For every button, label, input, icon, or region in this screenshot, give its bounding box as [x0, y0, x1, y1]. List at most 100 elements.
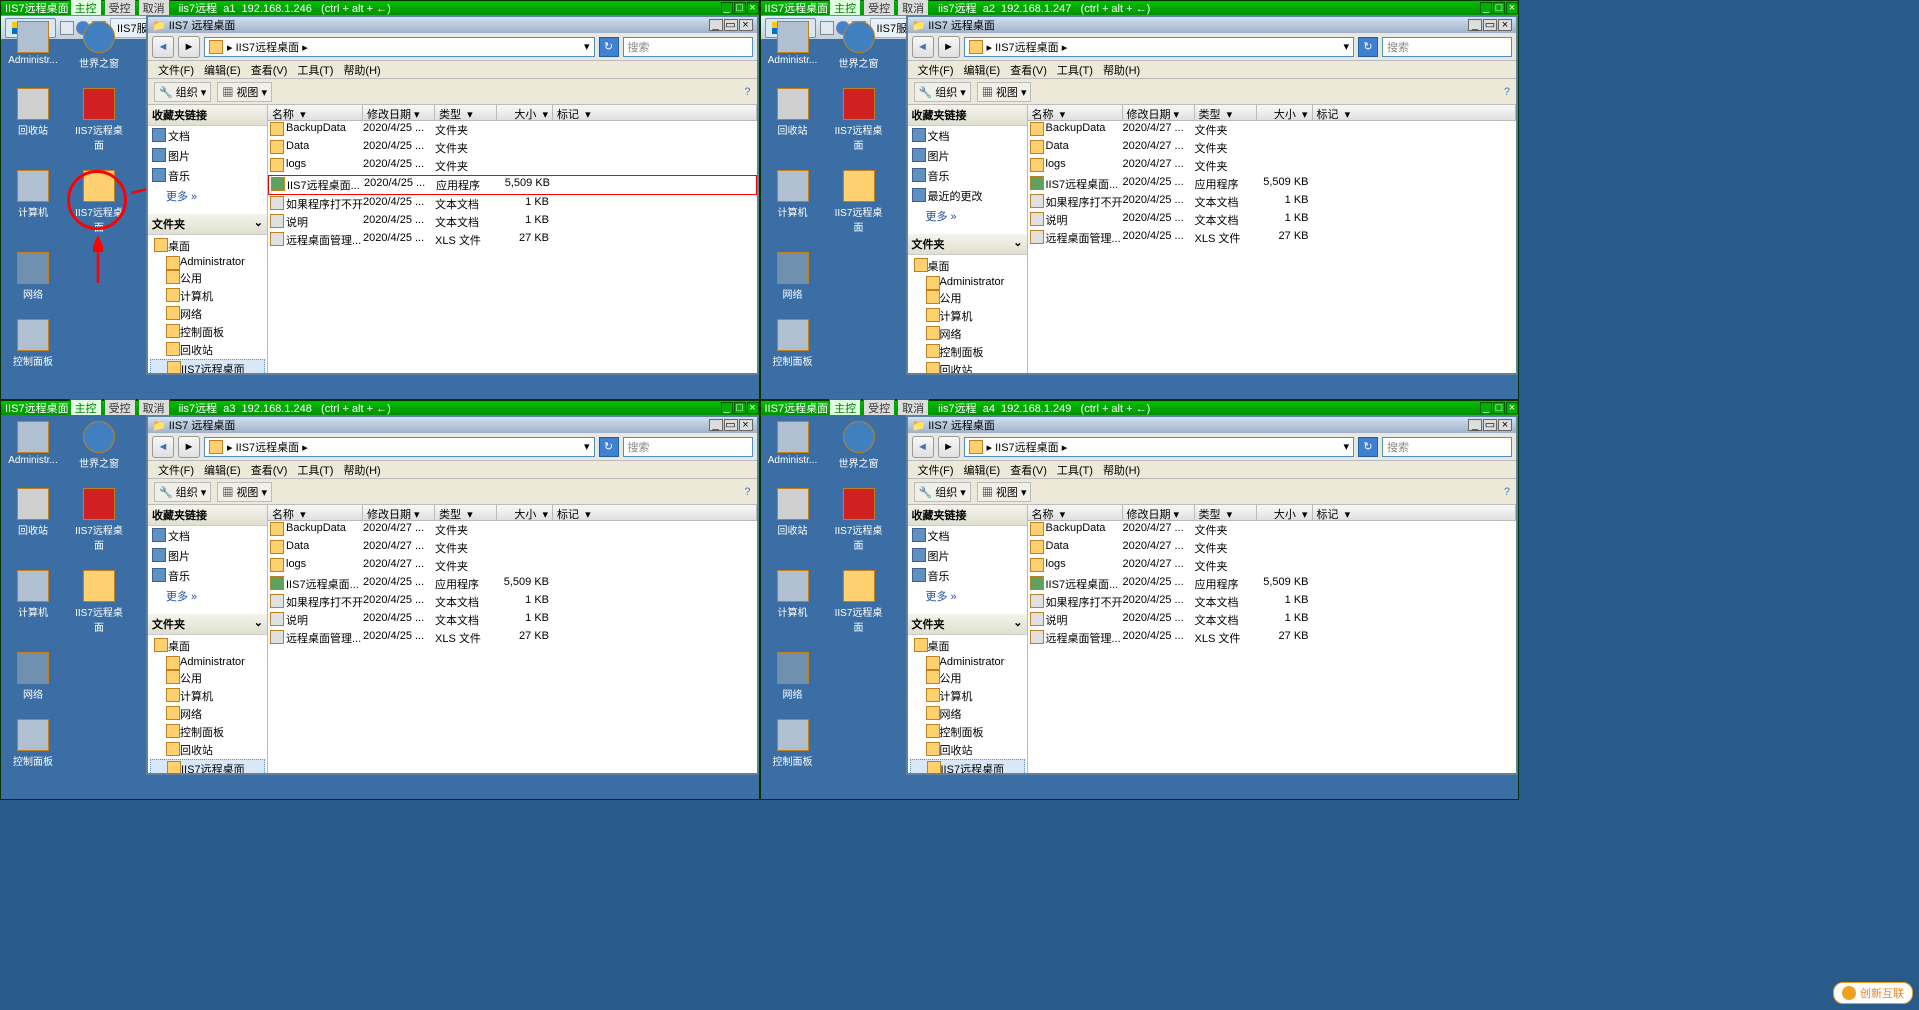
- close-icon[interactable]: ×: [1506, 402, 1518, 414]
- min-icon[interactable]: _: [1468, 19, 1482, 31]
- desktop-icon[interactable]: 网络: [7, 652, 59, 701]
- file-row[interactable]: IIS7远程桌面...2020/4/25 ...应用程序5,509 KB: [268, 575, 757, 593]
- tree-node[interactable]: Administrator: [910, 655, 1025, 669]
- forward-button[interactable]: ►: [178, 436, 200, 458]
- file-row[interactable]: 说明2020/4/25 ...文本文档1 KB: [1028, 611, 1517, 629]
- tree-node[interactable]: IIS7远程桌面: [150, 359, 265, 373]
- max-icon[interactable]: □: [734, 2, 746, 14]
- tree-node[interactable]: 网络: [910, 705, 1025, 723]
- back-button[interactable]: ◄: [912, 36, 934, 58]
- desktop-icon[interactable]: Administr...: [767, 21, 819, 70]
- address-bar[interactable]: ▸ IIS7远程桌面 ▸▾: [204, 437, 595, 457]
- fav-link[interactable]: 文档: [148, 526, 267, 546]
- refresh-button[interactable]: ↻: [1358, 37, 1378, 57]
- file-row[interactable]: BackupData2020/4/27 ...文件夹: [268, 521, 757, 539]
- desktop-icon[interactable]: IIS7远程桌面: [73, 570, 125, 634]
- menu-file[interactable]: 文件(F): [914, 62, 958, 78]
- search-input[interactable]: 搜索: [623, 37, 753, 57]
- file-row[interactable]: IIS7远程桌面...2020/4/25 ...应用程序5,509 KB: [1028, 575, 1517, 593]
- fav-more[interactable]: 更多 »: [148, 186, 267, 206]
- views-button[interactable]: ▦ 视图 ▾: [977, 82, 1032, 102]
- desktop-icon[interactable]: 世界之窗: [833, 21, 885, 70]
- desktop-icon[interactable]: 计算机: [767, 170, 819, 234]
- organize-button[interactable]: 🔧 组织 ▾: [914, 482, 971, 502]
- fav-link[interactable]: 音乐: [148, 166, 267, 186]
- organize-button[interactable]: 🔧 组织 ▾: [154, 82, 211, 102]
- tree-node[interactable]: 回收站: [150, 341, 265, 359]
- desktop-icon[interactable]: 世界之窗: [73, 421, 125, 470]
- tree-node[interactable]: Administrator: [150, 655, 265, 669]
- tree-node[interactable]: Administrator: [910, 275, 1025, 289]
- forward-button[interactable]: ►: [938, 436, 960, 458]
- fav-link[interactable]: 音乐: [908, 566, 1027, 586]
- explorer-titlebar[interactable]: 📁 IIS7 远程桌面 _ ▭ ×: [908, 17, 1517, 33]
- desktop-icon[interactable]: 控制面板: [7, 319, 59, 368]
- desktop-icon[interactable]: 控制面板: [7, 719, 59, 768]
- file-row[interactable]: Data2020/4/27 ...文件夹: [1028, 539, 1517, 557]
- column-headers[interactable]: 名称 ▾修改日期 ▾类型 ▾大小 ▾标记 ▾: [268, 505, 757, 521]
- file-row[interactable]: logs2020/4/27 ...文件夹: [1028, 557, 1517, 575]
- file-row[interactable]: 远程桌面管理...2020/4/25 ...XLS 文件27 KB: [268, 231, 757, 249]
- refresh-button[interactable]: ↻: [599, 37, 619, 57]
- column-headers[interactable]: 名称 ▾修改日期 ▾类型 ▾大小 ▾标记 ▾: [268, 105, 757, 121]
- desktop[interactable]: Administr...世界之窗回收站IIS7远程桌面计算机IIS7远程桌面网络…: [761, 15, 1519, 399]
- menu-tool[interactable]: 工具(T): [1053, 62, 1097, 78]
- fav-link[interactable]: 文档: [148, 126, 267, 146]
- menu-view[interactable]: 查看(V): [1006, 462, 1051, 478]
- explorer-titlebar[interactable]: 📁 IIS7 远程桌面 _ ▭ ×: [908, 417, 1517, 433]
- desktop[interactable]: Administr...世界之窗回收站IIS7远程桌面计算机IIS7远程桌面网络…: [761, 415, 1519, 799]
- folders-header[interactable]: 文件夹⌄: [148, 614, 267, 635]
- file-row[interactable]: IIS7远程桌面...2020/4/25 ...应用程序5,509 KB: [1028, 175, 1517, 193]
- close-icon[interactable]: ×: [747, 402, 759, 414]
- max-icon[interactable]: ▭: [1483, 419, 1497, 431]
- file-row[interactable]: 远程桌面管理...2020/4/25 ...XLS 文件27 KB: [1028, 229, 1517, 247]
- desktop-icon[interactable]: IIS7远程桌面: [73, 488, 125, 552]
- views-button[interactable]: ▦ 视图 ▾: [217, 482, 272, 502]
- desktop-icon[interactable]: IIS7远程桌面: [833, 88, 885, 152]
- desktop-icon[interactable]: IIS7远程桌面: [833, 488, 885, 552]
- menu-file[interactable]: 文件(F): [154, 62, 198, 78]
- max-icon[interactable]: □: [734, 402, 746, 414]
- fav-more[interactable]: 更多 »: [908, 206, 1027, 226]
- desktop-icon[interactable]: IIS7远程桌面: [73, 170, 125, 234]
- fav-link[interactable]: 图片: [908, 146, 1027, 166]
- tree-node[interactable]: Administrator: [150, 255, 265, 269]
- tree-node[interactable]: 计算机: [150, 687, 265, 705]
- min-icon[interactable]: _: [1468, 419, 1482, 431]
- search-input[interactable]: 搜索: [1382, 437, 1512, 457]
- fav-link[interactable]: 图片: [148, 146, 267, 166]
- close-icon[interactable]: ×: [747, 2, 759, 14]
- fav-link[interactable]: 文档: [908, 526, 1027, 546]
- file-row[interactable]: 说明2020/4/25 ...文本文档1 KB: [268, 611, 757, 629]
- back-button[interactable]: ◄: [152, 36, 174, 58]
- column-headers[interactable]: 名称 ▾修改日期 ▾类型 ▾大小 ▾标记 ▾: [1028, 105, 1517, 121]
- close-icon[interactable]: ×: [739, 19, 753, 31]
- search-input[interactable]: 搜索: [1382, 37, 1512, 57]
- file-row[interactable]: 如果程序打不开2020/4/25 ...文本文档1 KB: [1028, 593, 1517, 611]
- desktop-icon[interactable]: IIS7远程桌面: [833, 170, 885, 234]
- desktop-icon[interactable]: 控制面板: [767, 719, 819, 768]
- folders-header[interactable]: 文件夹⌄: [908, 614, 1027, 635]
- tree-node[interactable]: 控制面板: [910, 723, 1025, 741]
- max-icon[interactable]: ▭: [724, 19, 738, 31]
- address-bar[interactable]: ▸ IIS7远程桌面 ▸▾: [204, 37, 595, 57]
- back-button[interactable]: ◄: [152, 436, 174, 458]
- menu-edit[interactable]: 编辑(E): [960, 462, 1005, 478]
- tree-node[interactable]: 公用: [150, 269, 265, 287]
- folders-header[interactable]: 文件夹⌄: [148, 214, 267, 235]
- fav-link[interactable]: 图片: [148, 546, 267, 566]
- close-icon[interactable]: ×: [1498, 19, 1512, 31]
- file-row[interactable]: logs2020/4/25 ...文件夹: [268, 157, 757, 175]
- desktop-icon[interactable]: 计算机: [767, 570, 819, 634]
- tree-node[interactable]: 网络: [150, 705, 265, 723]
- fav-link[interactable]: 图片: [908, 546, 1027, 566]
- menu-view[interactable]: 查看(V): [247, 62, 292, 78]
- address-bar[interactable]: ▸ IIS7远程桌面 ▸▾: [964, 37, 1355, 57]
- file-row[interactable]: IIS7远程桌面...2020/4/25 ...应用程序5,509 KB: [268, 175, 757, 195]
- tree-node[interactable]: 公用: [910, 289, 1025, 307]
- tree-node[interactable]: 计算机: [910, 307, 1025, 325]
- refresh-button[interactable]: ↻: [599, 437, 619, 457]
- tree-node[interactable]: 回收站: [910, 741, 1025, 759]
- file-row[interactable]: logs2020/4/27 ...文件夹: [268, 557, 757, 575]
- address-bar[interactable]: ▸ IIS7远程桌面 ▸▾: [964, 437, 1355, 457]
